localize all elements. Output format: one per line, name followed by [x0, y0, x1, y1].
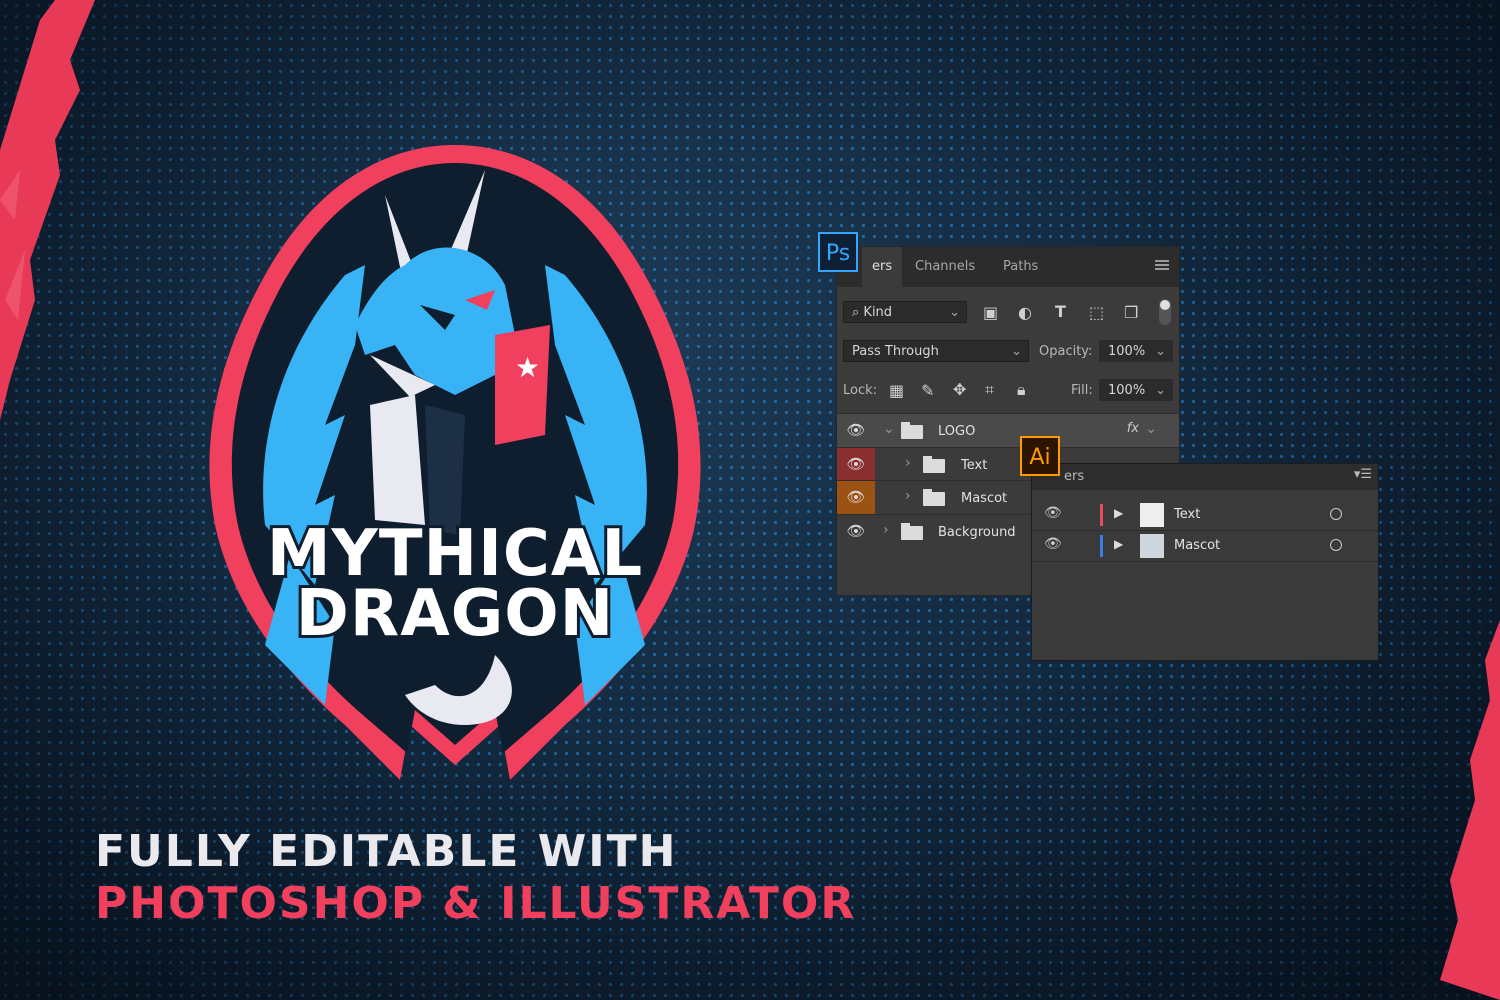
lock-all-icon[interactable]: 🔒︎: [1017, 380, 1026, 400]
fx-icon[interactable]: fx: [1127, 421, 1139, 436]
lock-label: Lock:: [843, 383, 878, 398]
visibility-eye-icon[interactable]: 👁︎: [837, 414, 875, 447]
folder-icon: [901, 523, 923, 540]
fill-label: Fill:: [1071, 383, 1093, 398]
chevron-down-icon[interactable]: ⌄: [883, 421, 895, 437]
photoshop-logo-icon: Ps: [818, 232, 858, 272]
tagline-line1: FULLY EDITABLE WITH: [95, 826, 678, 877]
blend-mode-select[interactable]: Pass Through ⌄: [843, 340, 1029, 362]
brush-stroke-right: [1440, 620, 1500, 1000]
opacity-field[interactable]: 100% ⌄: [1099, 340, 1173, 362]
visibility-eye-icon[interactable]: 👁︎: [837, 481, 875, 514]
layer-name: Background: [938, 525, 1016, 540]
expand-triangle-icon[interactable]: ▶: [1114, 537, 1123, 551]
layer-name: Mascot: [961, 491, 1008, 506]
brush-stroke-left: [0, 0, 95, 420]
chevron-right-icon[interactable]: ›: [905, 455, 911, 471]
panel-tab-bar: ers Channels Paths: [837, 247, 1179, 287]
layer-color-swatch: [1100, 535, 1103, 557]
fill-value: 100%: [1108, 383, 1146, 398]
filter-kind-select[interactable]: ⌕ Kind ⌄: [843, 301, 967, 323]
tab-layers[interactable]: ers: [862, 247, 903, 287]
chevron-down-icon: ⌄: [1155, 383, 1166, 398]
visibility-eye-icon[interactable]: 👁︎: [837, 448, 875, 481]
type-filter-icon[interactable]: T: [1055, 302, 1066, 321]
panel-menu-icon[interactable]: ▾☰: [1354, 467, 1372, 482]
lock-pixels-icon[interactable]: ✎: [921, 381, 934, 400]
chevron-right-icon[interactable]: ›: [905, 488, 911, 504]
opacity-value: 100%: [1108, 344, 1146, 359]
visibility-eye-icon[interactable]: 👁︎: [837, 515, 875, 548]
fill-field[interactable]: 100% ⌄: [1099, 379, 1173, 401]
smart-object-filter-icon[interactable]: ❐: [1124, 303, 1138, 322]
mythical-dragon-logo: ★ MYTHICAL DRAGON: [209, 145, 701, 780]
layer-name: LOGO: [938, 424, 976, 439]
layer-name: Text: [1174, 507, 1201, 522]
opacity-label: Opacity:: [1039, 344, 1093, 359]
panel-tab-bar: ers ▾☰: [1032, 464, 1378, 490]
chevron-right-icon[interactable]: ›: [883, 522, 889, 538]
chevron-down-icon: ⌄: [1155, 344, 1166, 359]
lock-artboard-icon[interactable]: ⌗: [985, 380, 994, 400]
folder-icon: [901, 422, 923, 439]
lock-transparency-icon[interactable]: ▦: [889, 381, 904, 400]
illustrator-layers-panel: ers ▾☰ 👁︎ ▶ Text 👁︎ ▶ Mascot: [1031, 463, 1379, 661]
filter-kind-value: Kind: [863, 305, 893, 320]
layer-row-logo[interactable]: 👁︎ ⌄ LOGO fx ⌄: [837, 413, 1179, 447]
layer-name: Mascot: [1174, 538, 1221, 553]
search-icon: ⌕: [852, 305, 864, 320]
ai-layer-row-text[interactable]: 👁︎ ▶ Text: [1032, 500, 1378, 531]
folder-icon: [923, 456, 945, 473]
folder-icon: [923, 489, 945, 506]
target-circle-icon[interactable]: [1330, 539, 1342, 551]
tab-paths[interactable]: Paths: [1003, 247, 1038, 287]
layer-name: Text: [961, 458, 988, 473]
ai-layer-row-mascot[interactable]: 👁︎ ▶ Mascot: [1032, 531, 1378, 562]
svg-text:★: ★: [515, 351, 540, 384]
layer-color-swatch: [1100, 504, 1103, 526]
illustrator-logo-icon: Ai: [1020, 436, 1060, 476]
blend-mode-value: Pass Through: [852, 344, 939, 359]
chevron-down-icon[interactable]: ⌄: [1145, 421, 1157, 437]
layer-thumbnail: [1140, 534, 1164, 558]
lock-position-icon[interactable]: ✥: [953, 380, 966, 399]
layer-thumbnail: [1140, 503, 1164, 527]
tagline-line2: PHOTOSHOP & ILLUSTRATOR: [95, 878, 857, 929]
chevron-down-icon: ⌄: [1011, 344, 1022, 359]
shape-filter-icon[interactable]: ⬚: [1089, 303, 1104, 322]
tab-layers[interactable]: ers: [1064, 469, 1084, 484]
tab-channels[interactable]: Channels: [915, 247, 975, 287]
logo-title-line2: DRAGON: [296, 577, 614, 651]
expand-triangle-icon[interactable]: ▶: [1114, 506, 1123, 520]
adjustment-filter-icon[interactable]: ◐: [1018, 303, 1032, 322]
visibility-eye-icon[interactable]: 👁︎: [1044, 505, 1062, 521]
target-circle-icon[interactable]: [1330, 508, 1342, 520]
filter-toggle[interactable]: [1159, 299, 1171, 325]
panel-menu-icon[interactable]: [1155, 260, 1169, 272]
pixel-filter-icon[interactable]: ▣: [983, 303, 998, 322]
chevron-down-icon: ⌄: [949, 305, 960, 320]
visibility-eye-icon[interactable]: 👁︎: [1044, 536, 1062, 552]
